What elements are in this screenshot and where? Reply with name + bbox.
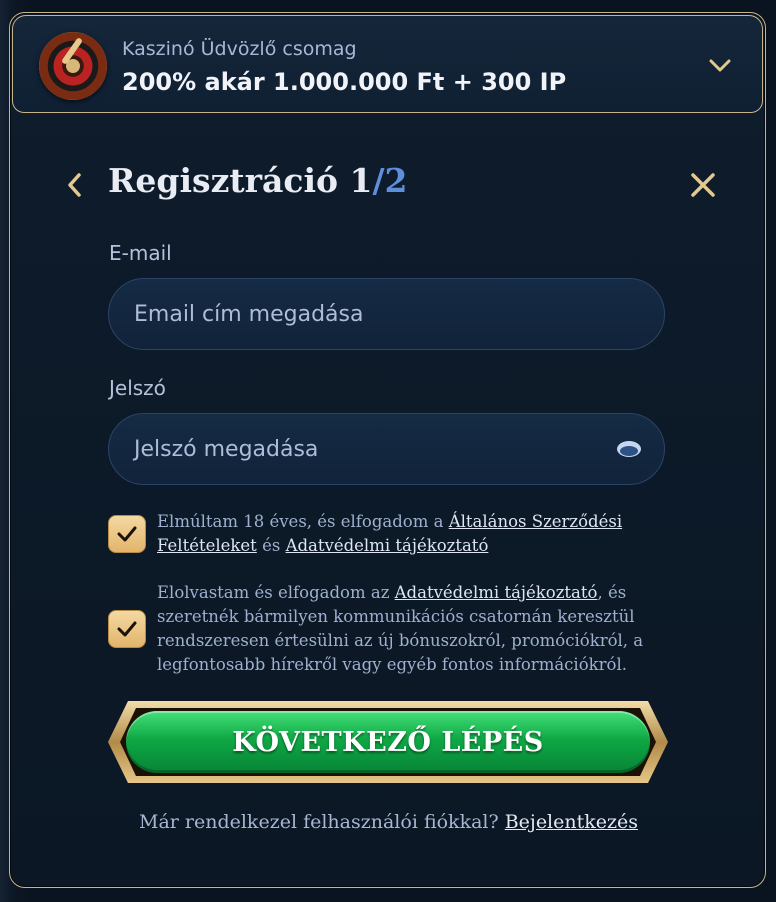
marketing-consent-checkbox[interactable] — [108, 610, 146, 648]
password-field[interactable]: Jelszó megadása — [108, 413, 665, 485]
email-label: E-mail — [109, 241, 172, 265]
privacy-policy-link[interactable]: Adatvédelmi tájékoztató — [286, 536, 489, 555]
welcome-bonus-banner[interactable]: Kaszinó Üdvözlő csomag 200% akár 1.000.0… — [12, 15, 763, 113]
page-title: Regisztráció 1/2 — [108, 161, 407, 200]
chevron-left-icon — [68, 173, 81, 197]
chevron-down-icon[interactable] — [708, 54, 732, 78]
step-total: 2 — [384, 161, 408, 200]
privacy-policy-link[interactable]: Adatvédelmi tájékoztató — [395, 583, 598, 602]
next-step-button-frame: KÖVETKEZŐ LÉPÉS — [108, 701, 668, 783]
close-button[interactable] — [687, 169, 719, 201]
title-text: Regisztráció 1 — [108, 161, 373, 200]
marketing-consent-text: Elolvastam és elfogadom az Adatvédelmi t… — [157, 581, 657, 677]
back-button[interactable] — [60, 169, 88, 201]
consent-text: Elolvastam és elfogadom az — [157, 583, 395, 602]
password-label: Jelszó — [109, 376, 166, 400]
consent-text: Elmúltam 18 éves, és elfogadom a — [157, 512, 449, 531]
bonus-label: Kaszinó Üdvözlő csomag — [122, 38, 357, 60]
checkmark-icon — [117, 621, 137, 637]
login-link[interactable]: Bejelentkezés — [505, 811, 638, 833]
login-prompt-text: Már rendelkezel felhasználói fiókkal? — [138, 811, 505, 833]
age-terms-consent-text: Elmúltam 18 éves, és elfogadom a Általán… — [157, 510, 657, 558]
roulette-icon — [39, 32, 107, 100]
next-step-button[interactable]: KÖVETKEZŐ LÉPÉS — [126, 711, 650, 773]
email-field[interactable]: Email cím megadása — [108, 278, 665, 350]
login-prompt: Már rendelkezel felhasználói fiókkal? Be… — [10, 811, 765, 833]
age-terms-checkbox[interactable] — [108, 515, 146, 553]
checkmark-icon — [117, 526, 137, 542]
close-icon — [691, 173, 715, 197]
bonus-value: 200% akár 1.000.000 Ft + 300 IP — [122, 68, 567, 96]
registration-modal: Kaszinó Üdvözlő csomag 200% akár 1.000.0… — [9, 12, 766, 888]
consent-text: és — [256, 536, 286, 555]
password-placeholder: Jelszó megadása — [134, 436, 319, 462]
step-separator: / — [372, 161, 385, 200]
eye-icon[interactable] — [616, 438, 642, 460]
